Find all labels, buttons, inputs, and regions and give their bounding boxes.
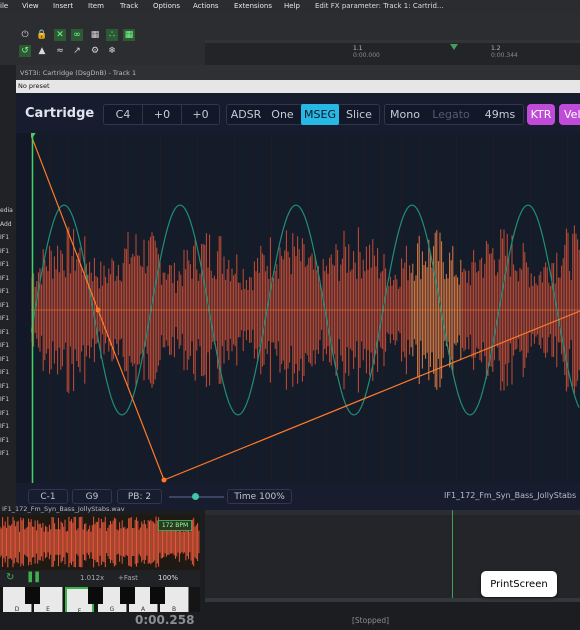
plugin-window-title[interactable]: VST3i: Cartridge (DsgDnB) - Track 1 [16,65,580,80]
mode-one-button[interactable]: One [265,104,300,125]
vel-button[interactable]: Vel [559,104,580,125]
timeline-ruler[interactable]: 1.1 0:00.000 1.2 0:00.344 [205,40,580,65]
transport-bar [0,612,580,630]
track-list-label[interactable]: IF1 [0,356,9,363]
mode-mseg-button[interactable]: MSEG [301,104,339,125]
timeline-mark-2: 1.2 0:00.344 [491,45,518,59]
high-key-field[interactable]: G9 [72,489,112,504]
piano-black-key[interactable] [25,587,40,604]
plugin-header: Cartridge C4 +0 +0 ADSR One MSEG Slice M… [16,93,580,133]
track-list-label[interactable]: IF1 [0,275,9,282]
mseg-node-icon [161,477,167,483]
sample-name: IF1_172_Fm_Syn_Bass_JollyStabs [444,491,577,500]
legato-button[interactable]: Legato [428,104,474,125]
printscreen-button[interactable]: PrintScreen [481,571,557,597]
track-list-label[interactable]: IF1 [0,396,9,403]
track-list-strip: edia Add IF1 IF1 IF1 IF1 IF1 IF1 IF1 IF1 IF1 IF1 IF1… [0,65,16,510]
track-list-label[interactable]: IF1 [0,369,9,376]
track-list-label[interactable]: IF1 [0,423,9,430]
cartridge-plugin: Cartridge C4 +0 +0 ADSR One MSEG Slice M… [16,93,580,510]
track-list-label[interactable]: IF1 [0,248,9,255]
track-list-label[interactable]: IF1 [0,342,9,349]
track-list-label[interactable]: IF1 [0,437,9,444]
track-list-label[interactable]: Add [0,221,12,228]
bpm-badge[interactable]: 172 BPM [158,520,192,531]
loop-icon[interactable]: ↺ [19,45,31,57]
mini-editor-filename: IF1_172_Fm_Syn_Bass_JollyStabs.wav [2,505,125,513]
pitch-bend-slider-knob[interactable] [192,493,199,500]
track-list-label[interactable]: IF1 [0,410,9,417]
snowflake-icon[interactable]: ❄ [106,45,118,57]
zoom-value[interactable]: 1.012x [80,574,104,582]
semitone-field[interactable]: +0 [142,104,181,125]
menu-insert[interactable]: Insert [53,2,73,10]
piano-black-key[interactable] [88,587,103,604]
waveform-display[interactable] [28,131,580,483]
track-list-label[interactable]: IF1 [0,234,9,241]
volume-value[interactable]: 100% [158,574,178,582]
root-note-field[interactable]: C4 [104,104,142,125]
menu-help[interactable]: Help [284,2,300,10]
ripple-icon[interactable]: ✕ [54,29,66,41]
fine-tune-field[interactable]: +0 [181,104,219,125]
preset-dropdown[interactable]: No preset [16,80,580,93]
lock-icon[interactable]: 🔒 [36,29,48,41]
track-list-label[interactable]: IF1 [0,450,9,457]
timeline-mark-1: 1.1 0:00.000 [353,45,380,59]
metronome-icon[interactable]: ▲ [36,45,48,57]
piano-black-key[interactable] [150,587,165,604]
menu-options[interactable]: Options [153,2,180,10]
track-list-label[interactable]: IF1 [0,383,9,390]
low-key-field[interactable]: C-1 [28,489,68,504]
horizontal-scrollbar[interactable] [205,598,580,602]
menu-view[interactable]: View [22,2,39,10]
refresh-icon[interactable]: ↻ [6,572,14,583]
transport-time: 0:00.258 [135,613,195,627]
transport-status: [Stopped] [352,616,390,625]
playhead-line [452,510,453,602]
mode-slice-button[interactable]: Slice [340,104,378,125]
track-list-label[interactable]: IF1 [0,302,9,309]
plugin-name: Cartridge [25,106,95,121]
time-stretch-field[interactable]: Time 100% [227,489,292,504]
track-list-label[interactable]: edia [0,207,13,214]
envelope-icon[interactable]: ↗ [71,45,83,57]
power-icon[interactable]: ⏻ [19,29,31,41]
piano-black-key[interactable] [120,587,135,604]
track-list-label[interactable]: IF1 [0,261,9,268]
snap-icon[interactable]: ∴ [106,29,118,41]
grid-lines-icon[interactable]: ▦ [123,29,135,41]
menu-bar: ile View Insert Item Track Options Actio… [0,0,580,13]
mseg-node-icon [95,307,101,313]
mode-value[interactable]: +Fast [118,574,138,582]
bars-icon[interactable]: ▐▐ [25,573,39,583]
menu-track[interactable]: Track [120,2,138,10]
glide-time-field[interactable]: 49ms [478,104,522,125]
settings-icon[interactable]: ⚙ [89,45,101,57]
pitch-bend-field[interactable]: PB: 2 [117,489,162,504]
ktr-button[interactable]: KTR [527,104,555,125]
link-icon[interactable]: ∞ [71,29,83,41]
mseg-waveform-editor[interactable] [28,131,580,483]
menu-item[interactable]: Item [88,2,104,10]
menu-actions[interactable]: Actions [193,2,219,10]
playhead-marker-icon[interactable] [450,44,458,50]
track-list-label[interactable]: IF1 [0,329,9,336]
track-list-label[interactable]: IF1 [0,288,9,295]
mini-editor-controls: ↻ ▐▐ 1.012x +Fast 100% [0,570,200,587]
grid-icon[interactable]: ▦ [89,29,101,41]
menu-extensions[interactable]: Extensions [234,2,272,10]
mode-adsr-button[interactable]: ADSR [227,104,265,125]
menu-edit-fx-title[interactable]: Edit FX parameter: Track 1: Cartrid... [315,2,444,10]
auto-crossfade-icon[interactable]: ≈ [54,45,66,57]
mini-waveform[interactable]: 172 BPM [0,515,200,570]
mono-button[interactable]: Mono [385,104,425,125]
menu-file[interactable]: ile [0,2,8,10]
track-list-label[interactable]: IF1 [0,315,9,322]
